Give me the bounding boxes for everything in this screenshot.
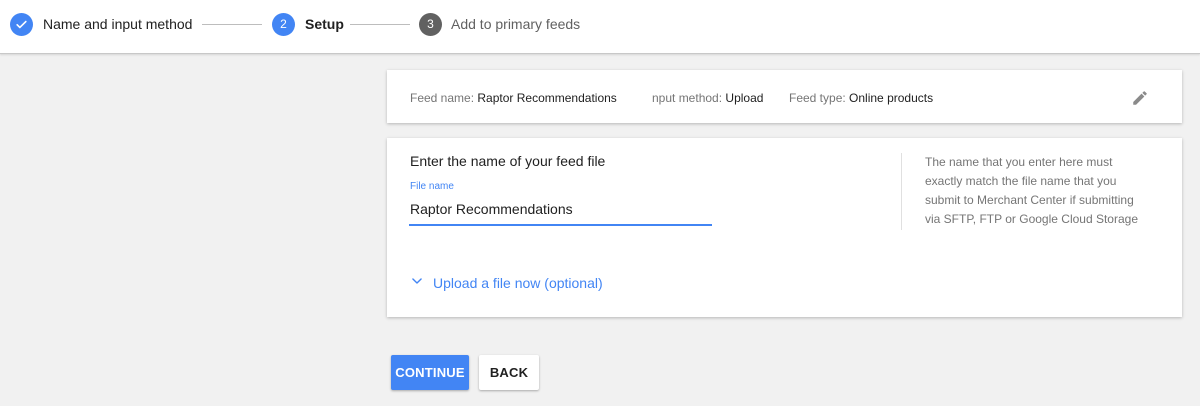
step-label: Name and input method [43, 16, 193, 32]
step-connector [350, 24, 410, 25]
step-number-badge: 3 [419, 12, 442, 36]
step-label: Add to primary feeds [451, 16, 581, 32]
file-name-input[interactable] [409, 198, 712, 226]
step-add-to-primary-feeds[interactable]: 3 Add to primary feeds [419, 0, 580, 48]
check-icon [10, 12, 33, 36]
file-name-label: File name [410, 181, 454, 192]
pencil-icon[interactable] [1128, 86, 1152, 110]
divider [901, 153, 902, 230]
feed-file-heading: Enter the name of your feed file [410, 153, 606, 169]
summary-value: Upload [725, 91, 764, 105]
summary-key: Feed type: [789, 91, 846, 105]
stepper-header: Name and input method 2 Setup 3 Add to p… [0, 0, 1200, 54]
summary-value: Raptor Recommendations [477, 91, 617, 105]
step-setup[interactable]: 2 Setup [272, 0, 344, 48]
step-connector [202, 24, 262, 25]
step-label: Setup [305, 16, 344, 32]
step-name-and-input-method[interactable]: Name and input method [10, 0, 192, 48]
back-button[interactable]: BACK [479, 355, 539, 390]
summary-key: Feed name: [410, 91, 475, 105]
summary-input-method: nput method: Upload [652, 91, 763, 105]
summary-value: Online products [849, 91, 934, 105]
summary-feed-name: Feed name: Raptor Recommendations [410, 91, 617, 105]
upload-file-label: Upload a file now (optional) [433, 275, 603, 291]
summary-feed-type: Feed type: Online products [789, 91, 933, 105]
chevron-down-icon [410, 274, 424, 293]
upload-file-toggle[interactable]: Upload a file now (optional) [410, 274, 603, 292]
step-number-badge: 2 [272, 12, 295, 36]
continue-button[interactable]: CONTINUE [391, 355, 469, 390]
summary-key: nput method: [652, 91, 723, 105]
file-name-help-text: The name that you enter here must exactl… [925, 155, 1138, 226]
